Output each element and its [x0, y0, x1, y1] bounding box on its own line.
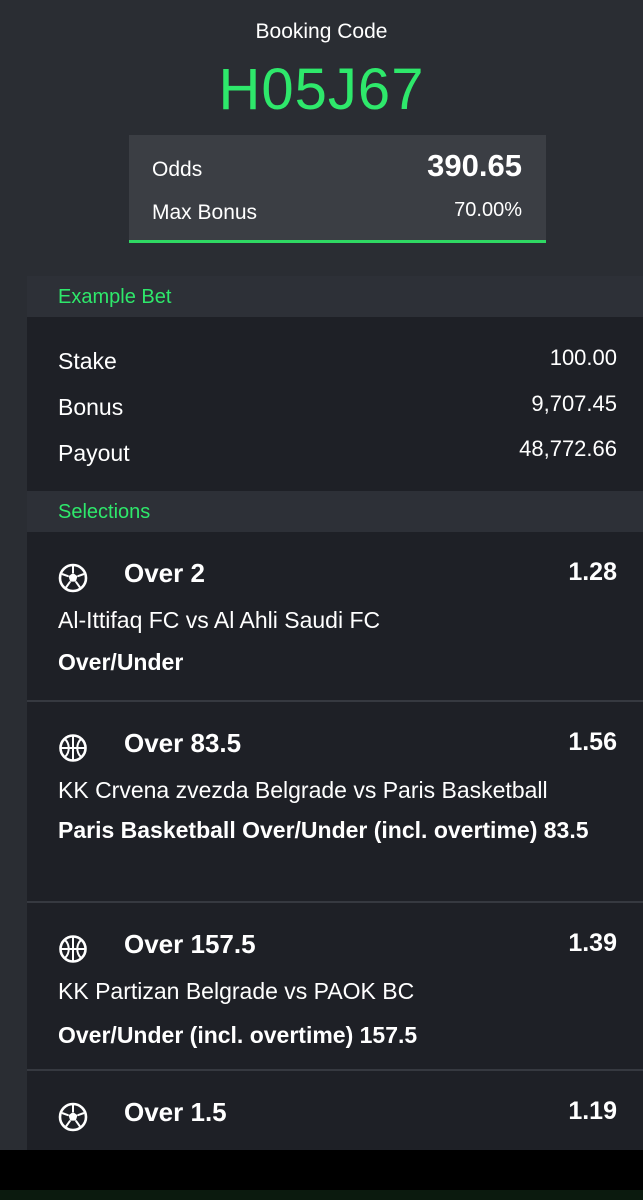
odds-value: 390.65	[427, 148, 522, 183]
booking-code[interactable]: H05J67	[0, 56, 643, 123]
bonus-label: Bonus	[58, 394, 124, 420]
selection-match: KK Partizan Belgrade vs PAOK BC	[58, 978, 415, 1004]
selection-match: KK Crvena zvezda Belgrade vs Paris Baske…	[58, 777, 548, 803]
bonus-value: 9,707.45	[531, 391, 617, 416]
odds-label: Odds	[152, 158, 203, 181]
bet-details-panel: Example Bet Stake 100.00 Bonus 9,707.45 …	[27, 276, 643, 1150]
selection-pick: Over 83.5	[124, 728, 242, 758]
selection-pick: Over 1.5	[124, 1097, 227, 1127]
basketball-icon	[59, 935, 87, 963]
selection-odds: 1.28	[568, 558, 617, 586]
selection-item[interactable]: Over 2 1.28 Al-Ittifaq FC vs Al Ahli Sau…	[27, 532, 643, 702]
bottom-bar	[0, 1150, 643, 1200]
selection-market: Paris Basketball Over/Under (incl. overt…	[58, 817, 589, 843]
basketball-icon	[59, 734, 87, 762]
payout-label: Payout	[58, 440, 130, 466]
selection-market: Over/Under	[58, 649, 184, 675]
stake-label: Stake	[58, 348, 117, 374]
selections-title: Selections	[58, 501, 151, 523]
example-bet-header: Example Bet	[27, 276, 643, 317]
soccer-icon	[58, 563, 88, 593]
example-bet-title: Example Bet	[58, 286, 172, 308]
selection-pick: Over 157.5	[124, 929, 256, 959]
booking-code-label: Booking Code	[255, 20, 388, 43]
selection-pick: Over 2	[124, 558, 205, 588]
selection-odds: 1.19	[568, 1097, 617, 1125]
selection-odds: 1.39	[568, 929, 617, 957]
selection-match: Al-Ittifaq FC vs Al Ahli Saudi FC	[58, 607, 381, 633]
selection-item[interactable]: Over 1.5 1.19	[27, 1071, 643, 1150]
odds-card: Odds 390.65 Max Bonus 70.00%	[129, 135, 546, 243]
selections-header: Selections	[27, 491, 643, 532]
max-bonus-label: Max Bonus	[152, 201, 258, 224]
payout-value: 48,772.66	[519, 436, 617, 461]
booking-header: Booking Code H05J67 Odds 390.65 Max Bonu…	[0, 0, 643, 276]
selection-item[interactable]: Over 157.5 1.39 KK Partizan Belgrade vs …	[27, 903, 643, 1071]
selection-item[interactable]: Over 83.5 1.56 KK Crvena zvezda Belgrade…	[27, 702, 643, 903]
selection-odds: 1.56	[568, 728, 617, 756]
selection-market: Over/Under (incl. overtime) 157.5	[58, 1022, 418, 1048]
stake-value: 100.00	[549, 345, 617, 370]
max-bonus-value: 70.00%	[454, 199, 522, 221]
bottom-bar-glow	[0, 1190, 643, 1200]
soccer-icon	[58, 1102, 88, 1132]
